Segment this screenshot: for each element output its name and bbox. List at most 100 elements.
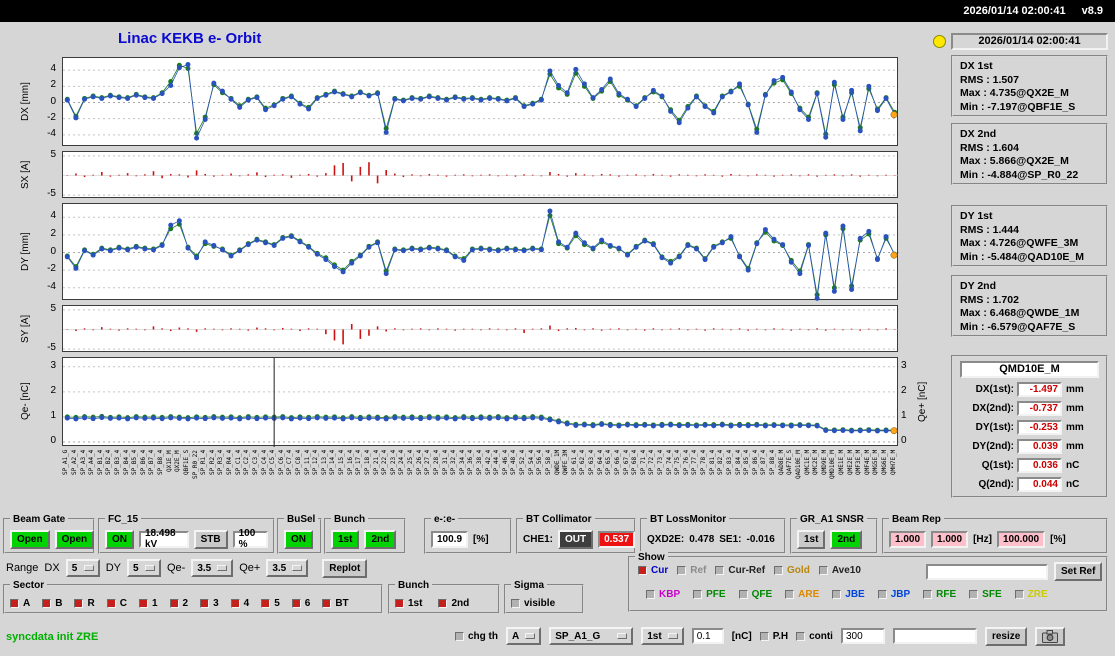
- x-axis-label: SP_58_4: [545, 450, 552, 508]
- resize-button[interactable]: resize: [985, 627, 1027, 646]
- checkbox-rfe[interactable]: RFE: [923, 589, 956, 600]
- bunch-2nd-button[interactable]: 2nd: [364, 530, 396, 549]
- checkbox-indicator-icon: [878, 590, 887, 599]
- checkbox-visible[interactable]: visible: [511, 598, 555, 609]
- sector-select-dropdown[interactable]: A: [506, 627, 541, 645]
- checkbox-4[interactable]: 4: [231, 598, 250, 609]
- ph-checkbox[interactable]: P.H: [760, 631, 788, 642]
- bunch-1st-button[interactable]: 1st: [331, 530, 359, 549]
- set-ref-button[interactable]: Set Ref: [1054, 562, 1102, 581]
- checkbox-ave10[interactable]: Ave10: [819, 565, 861, 576]
- range-dy-dropdown[interactable]: 5: [127, 559, 161, 577]
- checkbox-cur[interactable]: Cur: [638, 565, 668, 576]
- fc15-on-button[interactable]: ON: [105, 530, 134, 549]
- checkbox-gold[interactable]: Gold: [774, 565, 810, 576]
- checkbox-zre[interactable]: ZRE: [1015, 589, 1048, 600]
- checkbox-b[interactable]: B: [42, 598, 62, 609]
- beam-rep-value3: 100.000: [997, 531, 1045, 548]
- checkbox-kbp[interactable]: KBP: [646, 589, 680, 600]
- checkbox-2nd[interactable]: 2nd: [438, 598, 469, 609]
- checkbox-ref[interactable]: Ref: [677, 565, 706, 576]
- checkbox-sfe[interactable]: SFE: [969, 589, 1001, 600]
- y-tick-label: 3: [36, 360, 56, 371]
- checkbox-label: QFE: [752, 589, 773, 600]
- timestamp-box: 2026/01/14 02:00:41: [951, 33, 1108, 50]
- beam-gate-open1-button[interactable]: Open: [10, 530, 50, 549]
- checkbox-c[interactable]: C: [107, 598, 127, 609]
- x-axis-label: QWDE_1M: [554, 450, 561, 508]
- monitor-label: DY(2nd):: [958, 441, 1014, 452]
- checkbox-jbe[interactable]: JBE: [832, 589, 864, 600]
- bunch-checkboxes: 1st 2nd: [395, 598, 469, 609]
- y-tick-label: -4: [36, 281, 56, 292]
- aux-input[interactable]: [893, 628, 977, 644]
- checkbox-6[interactable]: 6: [292, 598, 311, 609]
- x-axis-label: SP_66_4: [614, 450, 621, 508]
- checkbox-label: conti: [809, 631, 833, 642]
- checkbox-label: Cur-Ref: [728, 565, 765, 576]
- busel-on-button[interactable]: ON: [284, 530, 313, 549]
- checkbox-r[interactable]: R: [74, 598, 94, 609]
- range-qem-dropdown[interactable]: 3.5: [191, 559, 233, 577]
- checkbox-5[interactable]: 5: [261, 598, 280, 609]
- checkbox-qfe[interactable]: QFE: [739, 589, 773, 600]
- checkbox-3[interactable]: 3: [200, 598, 219, 609]
- bpm-select-dropdown[interactable]: SP_A1_G: [549, 627, 633, 645]
- threshold-input[interactable]: [692, 628, 724, 644]
- stat-title: DY 2nd: [960, 280, 1106, 294]
- group-label: Sigma: [511, 579, 547, 592]
- x-axis-label: SP_77_4: [691, 450, 698, 508]
- checkbox-2[interactable]: 2: [170, 598, 189, 609]
- se1-label: SE1:: [719, 534, 741, 545]
- replot-button[interactable]: Replot: [322, 559, 367, 578]
- stat-line: RMS : 1.702: [960, 294, 1106, 308]
- bunch-select-dropdown[interactable]: 1st: [641, 627, 683, 645]
- beam-rep-value2: 1.000: [931, 531, 968, 548]
- sy-plot: [62, 305, 898, 352]
- checkbox-a[interactable]: A: [10, 598, 30, 609]
- monitor-label: DY(1st):: [958, 422, 1014, 433]
- bt-lossmonitor-group: BT LossMonitor QXD2E: 0.478 SE1: -0.016: [640, 518, 786, 554]
- range-dx-dropdown[interactable]: 5: [66, 559, 100, 577]
- monitor-value: 0.039: [1017, 439, 1062, 454]
- stat-line: RMS : 1.604: [960, 142, 1106, 156]
- camera-button[interactable]: [1035, 627, 1065, 646]
- checkbox-indicator-icon: [774, 566, 783, 575]
- group-label: Bunch: [331, 513, 368, 526]
- fc15-stb-button[interactable]: STB: [194, 530, 228, 549]
- checkbox-indicator-icon: [1015, 590, 1024, 599]
- checkbox-1[interactable]: 1: [139, 598, 158, 609]
- x-axis-label: SP_85_4: [743, 450, 750, 508]
- chg-th-checkbox[interactable]: chg th: [455, 631, 498, 642]
- qxd2e-value: 0.478: [689, 534, 714, 545]
- checkbox-jbp[interactable]: JBP: [878, 589, 910, 600]
- checkbox-pfe[interactable]: PFE: [693, 589, 725, 600]
- conti-checkbox[interactable]: conti: [796, 631, 833, 642]
- range-dy-label: DY: [106, 562, 121, 574]
- checkbox-1st[interactable]: 1st: [395, 598, 422, 609]
- che1-out-button[interactable]: OUT: [558, 530, 593, 549]
- range-qep-dropdown[interactable]: 3.5: [266, 559, 308, 577]
- sector-group: Sector ABRC123456BT: [3, 584, 383, 614]
- x-axis-label: QMC2E_M: [812, 450, 819, 508]
- stat-dx-1st: DX 1st RMS : 1.507 Max : 4.735@QX2E_M Mi…: [951, 55, 1108, 117]
- checkbox-are[interactable]: ARE: [785, 589, 819, 600]
- checkbox-label: A: [23, 598, 30, 609]
- x-axis-label: QMH7E_M: [890, 450, 897, 508]
- interval-input[interactable]: [841, 628, 885, 644]
- beam-gate-group: Beam Gate Open Open: [3, 518, 95, 554]
- checkbox-indicator-icon: [511, 599, 520, 608]
- x-axis-label: SP_36_4: [467, 450, 474, 508]
- checkbox-bt[interactable]: BT: [322, 598, 348, 609]
- dropdown-value: SP_A1_G: [555, 631, 600, 642]
- x-axis-label: SP_74_4: [666, 450, 673, 508]
- snsr-2nd-button[interactable]: 2nd: [830, 530, 862, 549]
- beam-rep-group: Beam Rep 1.000 1.000 [Hz] 100.000 [%]: [882, 518, 1108, 554]
- ref-input[interactable]: [926, 564, 1048, 580]
- checkbox-cur-ref[interactable]: Cur-Ref: [715, 565, 765, 576]
- status-message: syncdata init ZRE: [6, 631, 98, 643]
- beam-gate-open2-button[interactable]: Open: [55, 530, 95, 549]
- beam-rep-hz-unit: [Hz]: [973, 534, 992, 545]
- x-axis-label: SP_61_4: [571, 450, 578, 508]
- snsr-1st-button[interactable]: 1st: [797, 530, 825, 549]
